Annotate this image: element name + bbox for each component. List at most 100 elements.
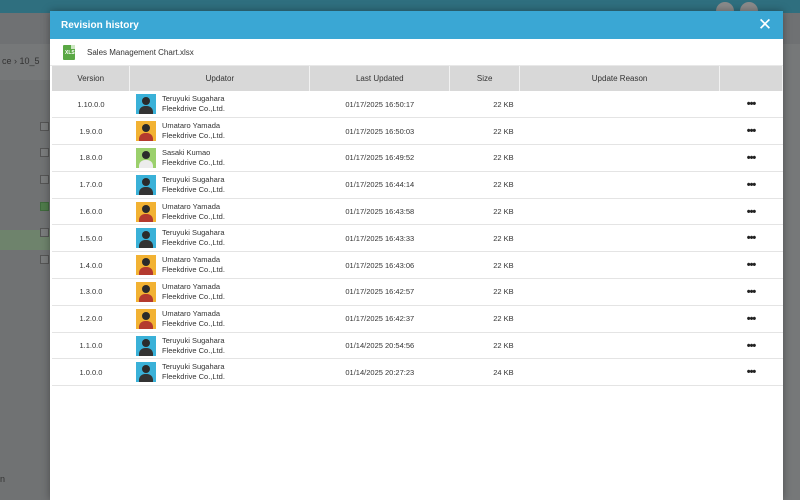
update-reason-cell: [519, 144, 720, 172]
background-checkbox: [40, 202, 49, 211]
column-header-version[interactable]: Version: [52, 66, 131, 91]
updator-company: Fleekdrive Co.,Ltd.: [161, 104, 225, 114]
avatar: [135, 255, 156, 276]
more-options-icon[interactable]: •••: [719, 117, 783, 146]
update-reason-cell: [519, 305, 720, 333]
updator-company: Fleekdrive Co.,Ltd.: [161, 211, 225, 221]
table-row[interactable]: 1.1.0.0 Teruyuki Sugahara Fleekdrive Co.…: [52, 332, 783, 360]
avatar: [135, 335, 156, 356]
avatar: [135, 147, 156, 168]
column-header-updator[interactable]: Updator: [129, 66, 311, 91]
updator-company: Fleekdrive Co.,Ltd.: [161, 184, 225, 194]
table-row[interactable]: 1.9.0.0 Umataro Yamada Fleekdrive Co.,Lt…: [52, 117, 783, 146]
last-updated-cell: 01/14/2025 20:27:23: [309, 358, 450, 387]
update-reason-cell: [519, 251, 720, 280]
last-updated-cell: 01/17/2025 16:44:14: [309, 171, 450, 199]
version-cell: 1.6.0.0: [52, 198, 130, 226]
background-checkbox: [40, 175, 49, 184]
background-checkbox: [40, 255, 49, 264]
size-cell: 22 KB: [449, 198, 520, 226]
table-row[interactable]: 1.6.0.0 Umataro Yamada Fleekdrive Co.,Lt…: [52, 198, 783, 226]
more-options-icon[interactable]: •••: [719, 171, 783, 199]
update-reason-cell: [519, 332, 720, 360]
version-cell: 1.0.0.0: [52, 358, 130, 387]
size-cell: 22 KB: [449, 91, 520, 119]
last-updated-cell: 01/17/2025 16:42:57: [309, 278, 450, 306]
last-updated-cell: 01/17/2025 16:42:37: [309, 305, 450, 333]
more-options-icon[interactable]: •••: [719, 305, 783, 333]
updator-cell: Umataro Yamada Fleekdrive Co.,Ltd.: [129, 251, 310, 280]
size-cell: 22 KB: [449, 144, 520, 172]
avatar: [135, 94, 156, 115]
background-checkbox: [40, 122, 49, 131]
column-header-update-reason[interactable]: Update Reason: [519, 66, 720, 91]
last-updated-cell: 01/14/2025 20:54:56: [309, 332, 450, 360]
more-options-icon[interactable]: •••: [719, 278, 783, 306]
size-cell: 22 KB: [449, 278, 520, 306]
table-header-row: Version Updator Last Updated Size Update…: [52, 66, 783, 91]
version-cell: 1.9.0.0: [52, 117, 130, 146]
updator-name: Teruyuki Sugahara: [161, 228, 225, 238]
table-row[interactable]: 1.5.0.0 Teruyuki Sugahara Fleekdrive Co.…: [52, 224, 783, 253]
file-info: XLS Sales Management Chart.xlsx: [50, 39, 783, 66]
last-updated-cell: 01/17/2025 16:50:03: [309, 117, 450, 146]
xlsx-icon-label: XLS: [65, 49, 75, 56]
updator-company: Fleekdrive Co.,Ltd.: [161, 265, 225, 275]
update-reason-cell: [519, 91, 720, 119]
updator-name: Umataro Yamada: [161, 281, 221, 291]
version-cell: 1.1.0.0: [52, 332, 130, 360]
last-updated-cell: 01/17/2025 16:43:58: [309, 198, 450, 226]
background-checkbox: [40, 228, 49, 237]
column-header-actions: [719, 66, 783, 91]
revision-history-dialog: Revision history ✕ XLS Sales Management …: [50, 11, 783, 500]
version-cell: 1.4.0.0: [52, 251, 130, 280]
updator-cell: Teruyuki Sugahara Fleekdrive Co.,Ltd.: [129, 224, 310, 253]
avatar: [135, 228, 156, 249]
dialog-title: Revision history: [61, 19, 139, 31]
updator-name: Sasaki Kumao: [161, 147, 211, 157]
updator-name: Teruyuki Sugahara: [161, 362, 225, 372]
table-row[interactable]: 1.3.0.0 Umataro Yamada Fleekdrive Co.,Lt…: [52, 278, 783, 306]
table-row[interactable]: 1.8.0.0 Sasaki Kumao Fleekdrive Co.,Ltd.…: [52, 144, 783, 172]
version-cell: 1.10.0.0: [52, 91, 130, 119]
update-reason-cell: [519, 278, 720, 306]
updator-cell: Teruyuki Sugahara Fleekdrive Co.,Ltd.: [129, 171, 310, 199]
updator-cell: Umataro Yamada Fleekdrive Co.,Ltd.: [129, 305, 310, 333]
updator-cell: Sasaki Kumao Fleekdrive Co.,Ltd.: [129, 144, 310, 172]
updator-cell: Umataro Yamada Fleekdrive Co.,Ltd.: [129, 278, 310, 306]
table-row[interactable]: 1.2.0.0 Umataro Yamada Fleekdrive Co.,Lt…: [52, 305, 783, 333]
size-cell: 24 KB: [449, 358, 520, 387]
updator-company: Fleekdrive Co.,Ltd.: [161, 291, 225, 301]
more-options-icon[interactable]: •••: [719, 198, 783, 226]
version-cell: 1.8.0.0: [52, 144, 130, 172]
more-options-icon[interactable]: •••: [719, 332, 783, 360]
more-options-icon[interactable]: •••: [719, 144, 783, 172]
more-options-icon[interactable]: •••: [719, 251, 783, 280]
updator-name: Teruyuki Sugahara: [161, 174, 225, 184]
updator-name: Umataro Yamada: [161, 121, 221, 131]
update-reason-cell: [519, 117, 720, 146]
column-header-last-updated[interactable]: Last Updated: [309, 66, 451, 91]
table-row[interactable]: 1.10.0.0 Teruyuki Sugahara Fleekdrive Co…: [52, 91, 783, 119]
more-options-icon[interactable]: •••: [719, 358, 783, 387]
updator-cell: Umataro Yamada Fleekdrive Co.,Ltd.: [129, 117, 310, 146]
background-footer-text: n: [0, 474, 6, 484]
background-breadcrumb: ce › 10_5: [0, 44, 52, 80]
last-updated-cell: 01/17/2025 16:43:33: [309, 224, 450, 253]
size-cell: 22 KB: [449, 171, 520, 199]
version-cell: 1.7.0.0: [52, 171, 130, 199]
table-row[interactable]: 1.0.0.0 Teruyuki Sugahara Fleekdrive Co.…: [52, 358, 783, 387]
more-options-icon[interactable]: •••: [719, 224, 783, 253]
table-row[interactable]: 1.4.0.0 Umataro Yamada Fleekdrive Co.,Lt…: [52, 251, 783, 280]
column-header-size[interactable]: Size: [449, 66, 521, 91]
close-icon[interactable]: ✕: [757, 16, 773, 33]
size-cell: 22 KB: [449, 332, 520, 360]
updator-name: Teruyuki Sugahara: [161, 335, 225, 345]
table-row[interactable]: 1.7.0.0 Teruyuki Sugahara Fleekdrive Co.…: [52, 171, 783, 199]
more-options-icon[interactable]: •••: [719, 91, 783, 119]
updator-name: Umataro Yamada: [161, 201, 221, 211]
avatar: [135, 308, 156, 329]
avatar: [135, 362, 156, 383]
last-updated-cell: 01/17/2025 16:43:06: [309, 251, 450, 280]
updator-cell: Teruyuki Sugahara Fleekdrive Co.,Ltd.: [129, 332, 310, 360]
